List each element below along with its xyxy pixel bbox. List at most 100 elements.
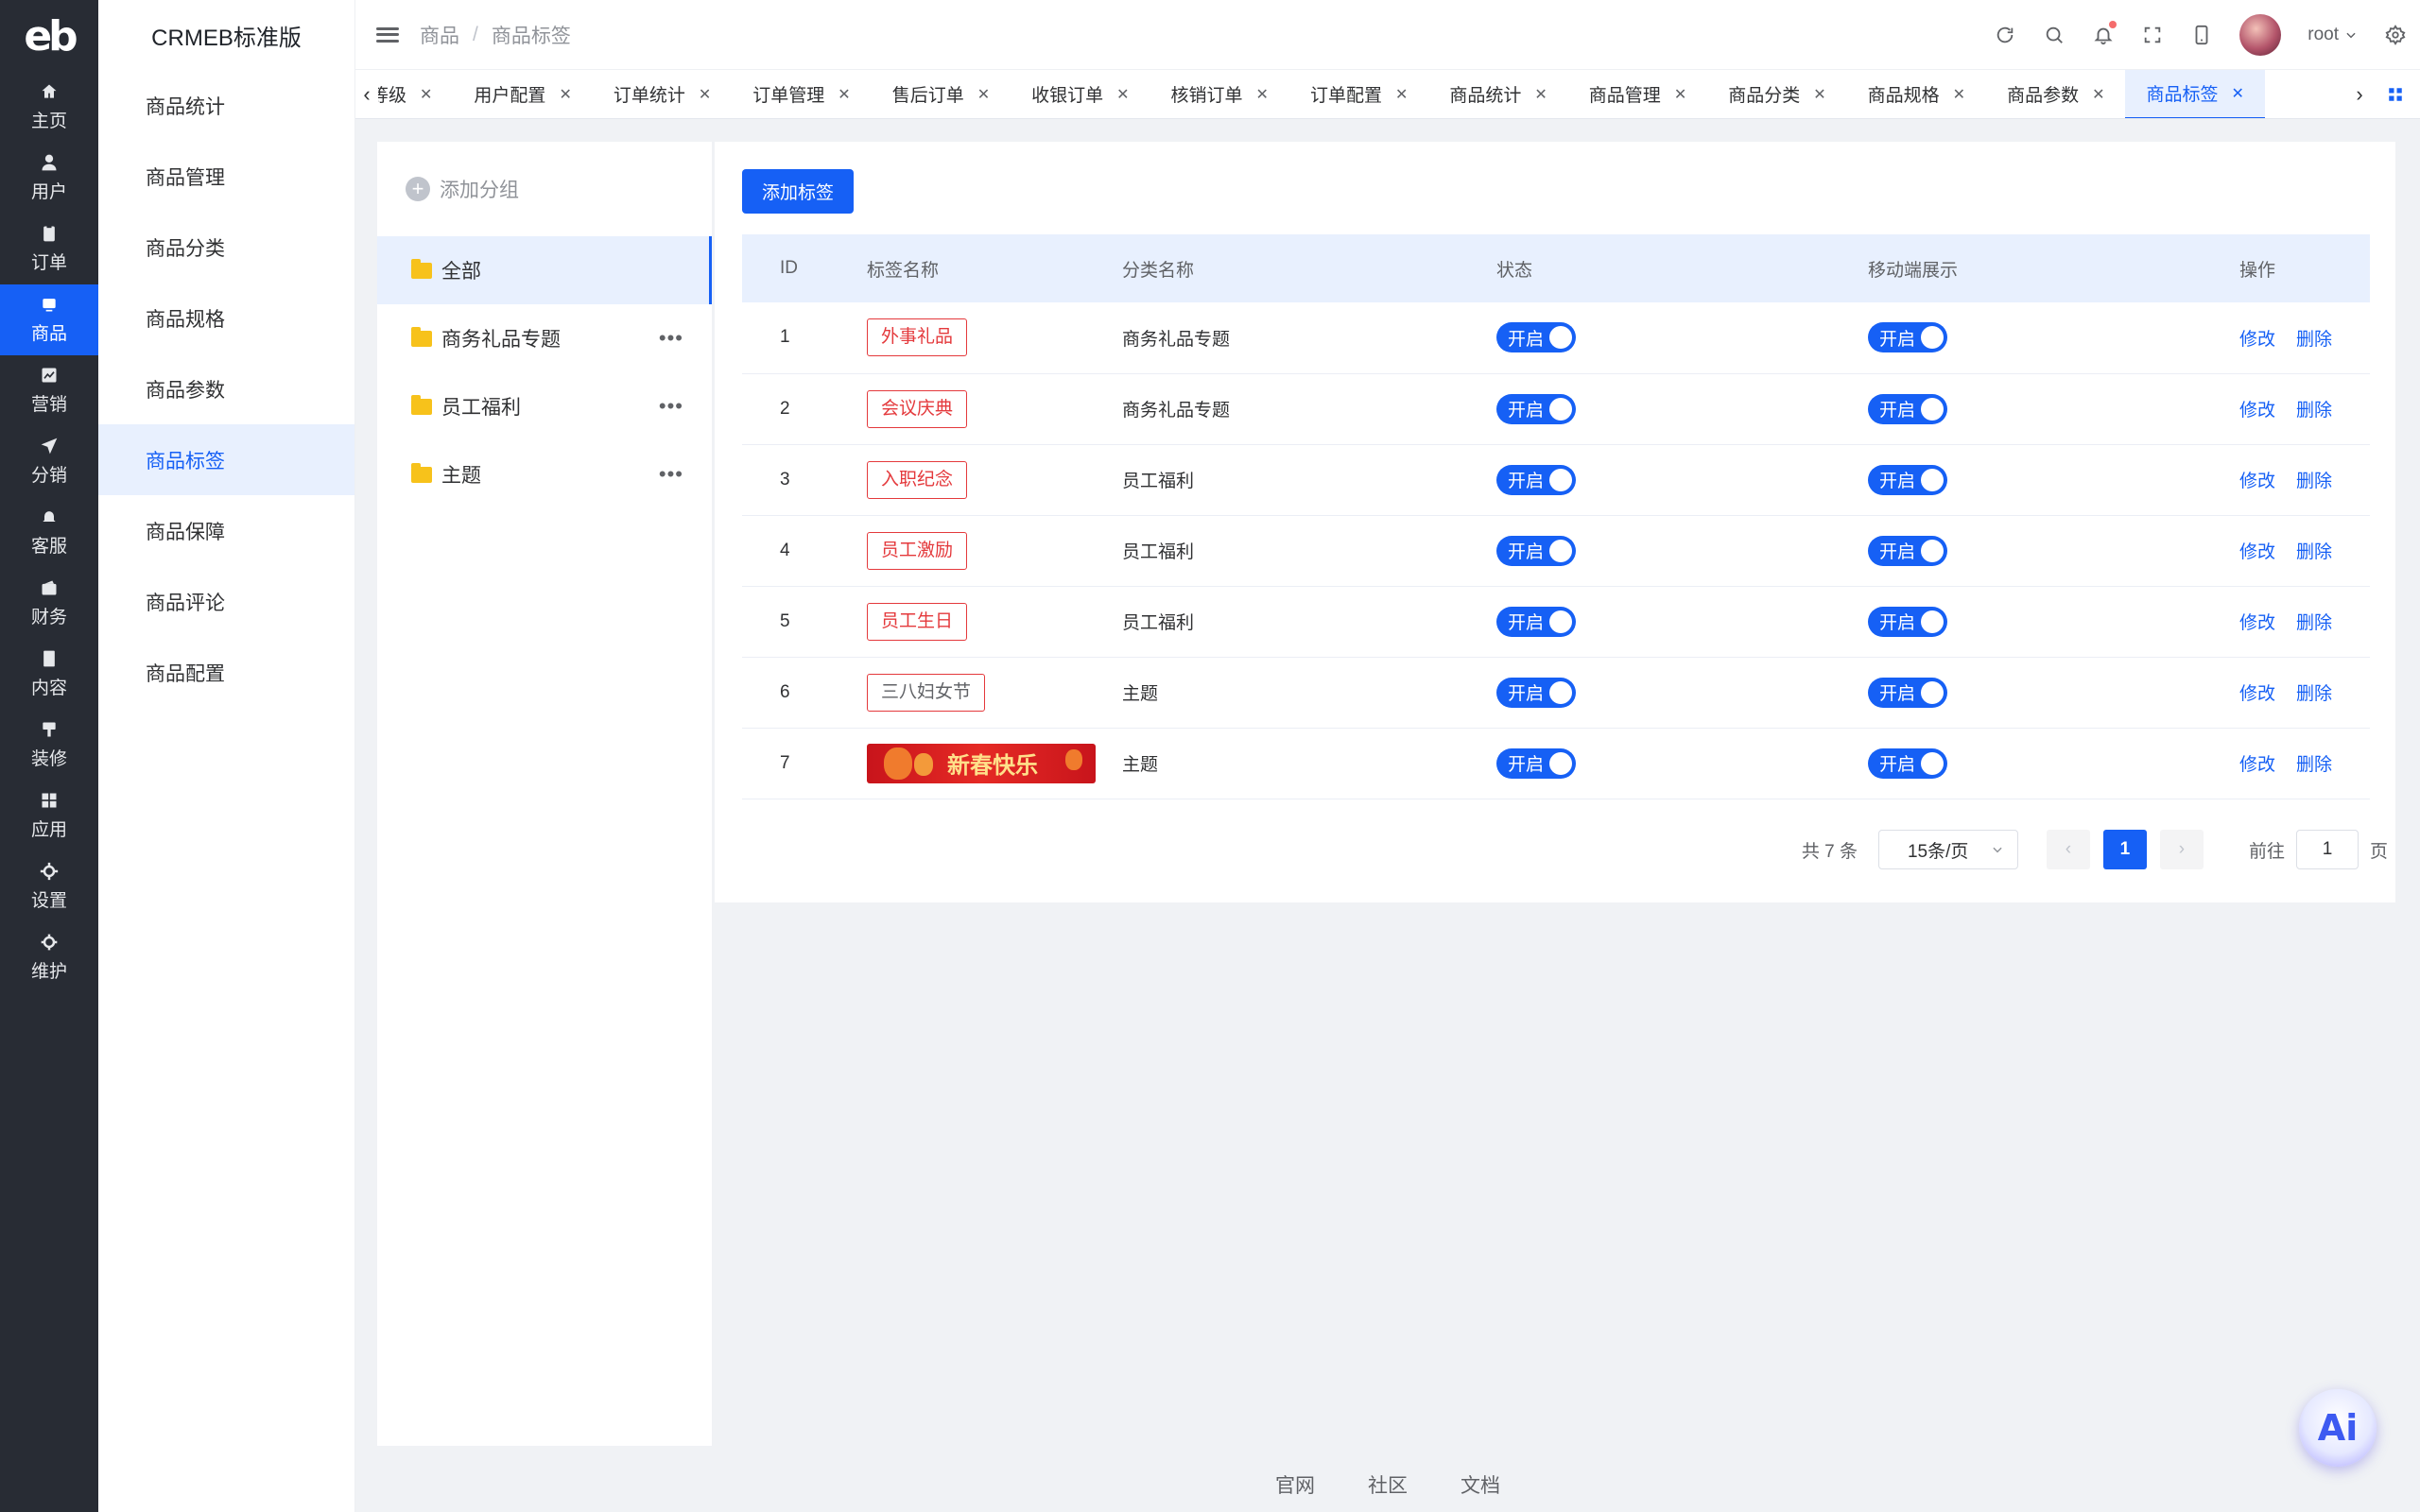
close-icon[interactable]: ✕ — [1256, 85, 1269, 104]
next-page-button[interactable]: › — [2159, 830, 2204, 869]
menu-item[interactable]: 商品管理 — [98, 141, 354, 212]
tab[interactable]: 订单管理 ✕ — [732, 70, 871, 118]
menu-item[interactable]: 商品保障 — [98, 495, 354, 566]
tab[interactable]: 核销订单 ✕ — [1150, 70, 1289, 118]
group-item[interactable]: 商务礼品专题 ••• — [377, 304, 712, 372]
menu-fold-icon[interactable] — [376, 24, 399, 46]
tab[interactable]: 商品标签 ✕ — [2125, 70, 2265, 118]
add-group-button[interactable]: + 添加分组 — [377, 142, 712, 236]
tab[interactable]: 等级 ✕ — [378, 70, 453, 118]
tabs-scroll-right-icon[interactable]: › — [2348, 70, 2371, 118]
status-toggle[interactable]: 开启 — [1496, 464, 1576, 495]
rail-item-decorate[interactable]: 装修 — [0, 710, 98, 781]
mobile-display-toggle[interactable]: 开启 — [1868, 322, 1947, 353]
more-icon[interactable]: ••• — [659, 462, 683, 487]
delete-link[interactable]: 删除 — [2296, 472, 2332, 491]
app-logo[interactable]: eb — [0, 0, 98, 72]
tab[interactable]: 商品管理 ✕ — [1568, 70, 1707, 118]
rail-item-content[interactable]: 内容 — [0, 639, 98, 710]
menu-item[interactable]: 商品规格 — [98, 283, 354, 353]
rail-item-service[interactable]: 客服 — [0, 497, 98, 568]
footer-link-website[interactable]: 官网 — [1275, 1470, 1315, 1499]
status-toggle[interactable]: 开启 — [1496, 606, 1576, 637]
refresh-icon[interactable] — [1994, 24, 2016, 46]
fullscreen-icon[interactable] — [2141, 24, 2164, 46]
menu-item[interactable]: 商品配置 — [98, 637, 354, 708]
close-icon[interactable]: ✕ — [838, 85, 850, 104]
delete-link[interactable]: 删除 — [2296, 401, 2332, 421]
rail-item-home[interactable]: 主页 — [0, 72, 98, 143]
mobile-display-toggle[interactable]: 开启 — [1868, 677, 1947, 708]
more-icon[interactable]: ••• — [659, 394, 683, 419]
mobile-display-toggle[interactable]: 开启 — [1868, 747, 1947, 779]
rail-item-marketing[interactable]: 营销 — [0, 355, 98, 426]
rail-item-finance[interactable]: 财务 — [0, 568, 98, 639]
close-icon[interactable]: ✕ — [1813, 85, 1825, 104]
close-icon[interactable]: ✕ — [2092, 85, 2104, 104]
close-icon[interactable]: ✕ — [559, 85, 571, 104]
close-icon[interactable]: ✕ — [1534, 85, 1547, 104]
rail-item-product[interactable]: 商品 — [0, 284, 98, 355]
ai-assistant-button[interactable]: Ai — [2299, 1389, 2377, 1467]
grid-icon[interactable] — [2384, 83, 2407, 106]
page-number-current[interactable]: 1 — [2102, 830, 2147, 869]
edit-link[interactable]: 修改 — [2239, 401, 2275, 421]
status-toggle[interactable]: 开启 — [1496, 322, 1576, 353]
tab[interactable]: 商品统计 ✕ — [1428, 70, 1567, 118]
group-item[interactable]: 员工福利 ••• — [377, 372, 712, 440]
edit-link[interactable]: 修改 — [2239, 330, 2275, 350]
delete-link[interactable]: 删除 — [2296, 330, 2332, 350]
rail-item-apps[interactable]: 应用 — [0, 781, 98, 851]
close-icon[interactable]: ✕ — [977, 85, 990, 104]
gear-icon[interactable] — [2384, 24, 2407, 46]
edit-link[interactable]: 修改 — [2239, 755, 2275, 775]
mobile-display-toggle[interactable]: 开启 — [1868, 535, 1947, 566]
group-item[interactable]: 主题 ••• — [377, 440, 712, 508]
edit-link[interactable]: 修改 — [2239, 684, 2275, 704]
rail-item-order[interactable]: 订单 — [0, 214, 98, 284]
mobile-display-toggle[interactable]: 开启 — [1868, 393, 1947, 424]
goto-page-input[interactable]: 1 — [2295, 830, 2359, 869]
close-icon[interactable]: ✕ — [1953, 85, 1965, 104]
tab[interactable]: 用户配置 ✕ — [453, 70, 592, 118]
tab[interactable]: 订单配置 ✕ — [1289, 70, 1428, 118]
tab[interactable]: 商品分类 ✕ — [1707, 70, 1846, 118]
close-icon[interactable]: ✕ — [420, 85, 432, 104]
footer-link-community[interactable]: 社区 — [1368, 1470, 1408, 1499]
delete-link[interactable]: 删除 — [2296, 542, 2332, 562]
edit-link[interactable]: 修改 — [2239, 613, 2275, 633]
status-toggle[interactable]: 开启 — [1496, 535, 1576, 566]
menu-item[interactable]: 商品标签 — [98, 424, 354, 495]
close-icon[interactable]: ✕ — [1116, 85, 1129, 104]
edit-link[interactable]: 修改 — [2239, 472, 2275, 491]
delete-link[interactable]: 删除 — [2296, 684, 2332, 704]
mobile-preview-icon[interactable] — [2190, 24, 2213, 46]
breadcrumb-item[interactable]: 商品 — [420, 21, 459, 49]
rail-item-distribution[interactable]: 分销 — [0, 426, 98, 497]
close-icon[interactable]: ✕ — [1674, 85, 1686, 104]
menu-item[interactable]: 商品统计 — [98, 70, 354, 141]
tabs-scroll-left-icon[interactable]: ‹ — [355, 70, 378, 118]
prev-page-button[interactable]: ‹ — [2046, 830, 2090, 869]
bell-icon[interactable] — [2092, 20, 2118, 46]
rail-item-settings[interactable]: 设置 — [0, 851, 98, 922]
group-item[interactable]: 全部 — [377, 236, 712, 304]
tab[interactable]: 商品参数 ✕ — [1986, 70, 2125, 118]
page-size-select[interactable]: 15条/页 — [1877, 830, 2018, 869]
footer-link-docs[interactable]: 文档 — [1461, 1470, 1500, 1499]
mobile-display-toggle[interactable]: 开启 — [1868, 606, 1947, 637]
rail-item-maintain[interactable]: 维护 — [0, 922, 98, 993]
user-menu[interactable]: root — [2308, 25, 2358, 45]
tab[interactable]: 订单统计 ✕ — [593, 70, 732, 118]
more-icon[interactable]: ••• — [659, 326, 683, 351]
tab[interactable]: 收银订单 ✕ — [1011, 70, 1150, 118]
search-icon[interactable] — [2043, 24, 2066, 46]
close-icon[interactable]: ✕ — [2232, 84, 2244, 103]
edit-link[interactable]: 修改 — [2239, 542, 2275, 562]
close-icon[interactable]: ✕ — [1395, 85, 1408, 104]
mobile-display-toggle[interactable]: 开启 — [1868, 464, 1947, 495]
delete-link[interactable]: 删除 — [2296, 755, 2332, 775]
menu-item[interactable]: 商品分类 — [98, 212, 354, 283]
rail-item-user[interactable]: 用户 — [0, 143, 98, 214]
tab[interactable]: 售后订单 ✕ — [872, 70, 1011, 118]
